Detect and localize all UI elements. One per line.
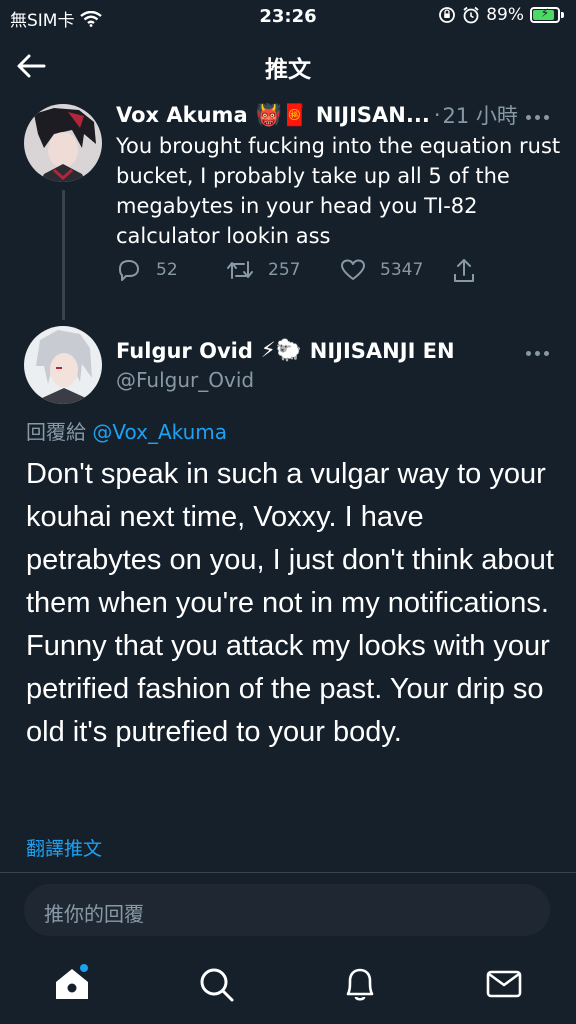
main-tweet-text: Don't speak in such a vulgar way to your… [26, 458, 554, 748]
vox-avatar[interactable] [24, 104, 102, 182]
tab-bar [0, 950, 576, 1024]
alarm-icon [463, 6, 479, 24]
like-count: 5347 [380, 260, 424, 280]
parent-tweet-header: Vox Akuma 👹🧧 NIJISAN... · 21 小時 [116, 100, 556, 130]
like-action[interactable]: 5347 [340, 258, 423, 282]
orientation-lock-icon [439, 7, 456, 23]
translate-tweet-link[interactable]: 翻譯推文 [26, 834, 102, 861]
reply-icon [119, 260, 139, 281]
fulgur-avatar-image [24, 326, 102, 404]
bell-icon[interactable] [340, 964, 380, 1004]
mail-icon[interactable] [484, 964, 524, 1004]
battery-percent: 89% [486, 5, 524, 25]
charging-bolt-icon: ⚡ [540, 6, 550, 20]
reply-input[interactable]: 推你的回覆 [24, 884, 550, 936]
battery-nub [561, 12, 564, 18]
main-author-org: NIJISANJI EN [309, 338, 455, 363]
vox-avatar-image [24, 104, 102, 182]
replying-to: 回覆給 @Vox_Akuma [26, 416, 227, 445]
share-action[interactable] [452, 258, 476, 284]
reply-action[interactable]: 52 [116, 258, 178, 282]
share-icon [454, 259, 474, 282]
retweet-count: 257 [268, 260, 301, 280]
parent-separator: · [433, 103, 441, 127]
status-bar: 無SIM卡 23:26 89% ⚡ [0, 0, 576, 34]
retweet-action[interactable]: 257 [226, 258, 300, 282]
battery-icon: ⚡ [530, 6, 560, 23]
search-icon[interactable] [196, 964, 236, 1004]
parent-tweet-actions: 52 257 5347 [116, 258, 496, 292]
home-notification-dot [80, 964, 88, 972]
main-author-row: Fulgur Ovid ⚡🐑 NIJISANJI EN [116, 338, 455, 363]
main-author-emoji: ⚡🐑 [260, 338, 302, 362]
fulgur-avatar[interactable] [24, 326, 102, 404]
divider [0, 872, 576, 873]
parent-author-name[interactable]: Vox Akuma [116, 103, 248, 127]
status-icons: 89% ⚡ [438, 5, 564, 25]
main-author-handle[interactable]: @Fulgur_Ovid [116, 368, 254, 392]
parent-tweet-text: You brought fucking into the equation ru… [116, 134, 561, 248]
parent-timestamp: 21 小時 [442, 104, 518, 128]
reply-to-prefix: 回覆給 [26, 420, 86, 444]
reply-to-handle[interactable]: @Vox_Akuma [92, 420, 227, 444]
main-more-icon[interactable] [526, 348, 556, 358]
parent-author-org: NIJISAN... [315, 103, 430, 127]
retweet-icon [227, 261, 253, 279]
thread-connector [62, 190, 65, 320]
nav-bar: 推文 [0, 40, 576, 92]
page-title: 推文 [265, 57, 311, 83]
reply-count: 52 [156, 260, 178, 280]
parent-more-icon[interactable] [526, 112, 556, 122]
main-author-name[interactable]: Fulgur Ovid [116, 339, 253, 363]
parent-author-emoji: 👹🧧 [255, 102, 308, 127]
heart-icon [341, 259, 365, 280]
